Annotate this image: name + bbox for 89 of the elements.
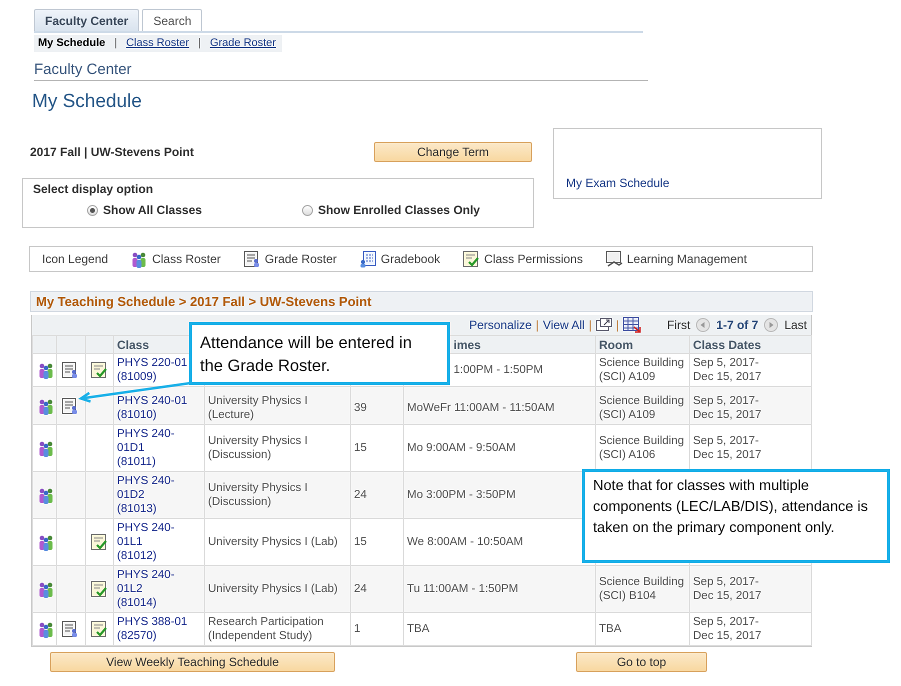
- table-cell: Science Building (SCI) A109: [599, 395, 684, 421]
- nav-link[interactable]: Grade Roster: [210, 37, 276, 49]
- legend-title: Icon Legend: [42, 252, 108, 266]
- table-cell: University Physics I (Lab): [208, 583, 338, 595]
- table-cell: TBA: [599, 623, 622, 635]
- option-label: Show All Classes: [103, 203, 202, 217]
- table-cell-text: Sep 5, 2017- Dec 15, 2017: [693, 394, 762, 422]
- table-cell-text: Sep 5, 2017- Dec 15, 2017: [693, 356, 762, 384]
- table-cell: 15: [354, 536, 367, 548]
- page-title: My Schedule: [32, 91, 143, 113]
- checklist-icon[interactable]: [90, 580, 108, 598]
- document-person-icon[interactable]: [61, 361, 79, 379]
- table-cell: 24: [354, 583, 367, 595]
- separator: |: [536, 318, 539, 332]
- gradebook-icon: [358, 250, 377, 268]
- people-icon[interactable]: [37, 486, 55, 504]
- table-cell: Science Building (SCI) B104: [599, 576, 684, 602]
- toolbar-link[interactable]: View All: [542, 318, 585, 332]
- table-cell: Mo 9:00AM - 9:50AM: [407, 442, 516, 454]
- tab[interactable]: Faculty Center: [34, 9, 140, 31]
- tab[interactable]: Search: [142, 9, 202, 31]
- checklist-icon: [462, 250, 480, 268]
- legend-label: Class Permissions: [484, 252, 583, 266]
- column-header: imes: [454, 338, 481, 352]
- nav-link[interactable]: My Schedule: [38, 37, 106, 49]
- separator: |: [114, 37, 118, 49]
- separator: |: [588, 318, 592, 332]
- column-header: Class: [117, 338, 150, 352]
- page-range: 1-7 of 7: [716, 318, 758, 332]
- separator: |: [198, 37, 201, 49]
- checklist-icon[interactable]: [90, 361, 108, 379]
- table-cell: Tu 11:00AM - 1:50PM: [407, 583, 518, 595]
- document-person-icon: [242, 250, 261, 268]
- table-cell: 24: [354, 489, 367, 501]
- people-icon[interactable]: [37, 620, 55, 638]
- option-label: Show Enrolled Classes Only: [318, 203, 480, 217]
- table-cell: Science Building (SCI) A109: [599, 357, 684, 383]
- table-cell: MoWeFr 11:00AM - 11:50AM: [407, 402, 555, 414]
- toolbar-link[interactable]: Personalize: [469, 318, 532, 332]
- table-cell: Mo 3:00PM - 3:50PM: [407, 489, 516, 501]
- table-cell: University Physics I (Lecture): [208, 395, 308, 421]
- checklist-icon[interactable]: [90, 620, 108, 638]
- people-icon[interactable]: [37, 439, 55, 457]
- last-link[interactable]: Last: [784, 318, 807, 332]
- legend-label: Learning Management: [626, 252, 747, 266]
- callout-text: Attendance will be entered in the Grade Roster.: [200, 334, 412, 375]
- nav-link[interactable]: Class Roster: [126, 37, 190, 49]
- go-to-top-button[interactable]: Go to top: [576, 652, 707, 672]
- column-header: Class Dates: [693, 338, 762, 352]
- spreadsheet-icon[interactable]: [622, 317, 641, 333]
- term-label: 2017 Fall | UW-Stevens Point: [30, 145, 194, 159]
- table-cell-text: Sep 5, 2017- Dec 15, 2017: [693, 575, 762, 603]
- separator: |: [616, 318, 619, 332]
- document-person-icon[interactable]: [61, 396, 79, 414]
- table-cell: 1: [354, 623, 360, 635]
- section-title: Faculty Center: [34, 61, 648, 81]
- table-cell: We 8:00AM - 10:50AM: [407, 536, 524, 548]
- legend-label: Class Roster: [152, 252, 221, 266]
- first-link[interactable]: First: [666, 318, 690, 332]
- radio-button[interactable]: [302, 204, 313, 216]
- table-cell: Research Participation (Independent Study): [208, 616, 324, 642]
- legend-label: Gradebook: [380, 252, 440, 266]
- options-title: Select display option: [33, 182, 154, 196]
- table-cell: 39: [354, 402, 367, 414]
- table-cell: University Physics I (Lab): [208, 536, 338, 548]
- table-cell: TBA: [407, 623, 430, 635]
- exam-schedule-link[interactable]: My Exam Schedule: [566, 176, 670, 190]
- people-icon[interactable]: [37, 361, 55, 379]
- checklist-icon[interactable]: [90, 533, 108, 551]
- table-cell: Science Building (SCI) A106: [599, 435, 684, 461]
- callout-text: Note that for classes with multiple components (LEC/LAB/DIS), attendance is taken on the primary component only.: [593, 478, 868, 536]
- people-icon: [130, 250, 148, 268]
- zoom-window-icon[interactable]: [596, 318, 612, 332]
- table-cell: 1:00PM - 1:50PM: [454, 364, 543, 376]
- schedule-header: My Teaching Schedule > 2017 Fall > UW-Stevens Point: [30, 291, 813, 312]
- table-cell: University Physics I (Discussion): [208, 482, 308, 508]
- table-cell: 15: [354, 442, 367, 454]
- weekly-schedule-button[interactable]: View Weekly Teaching Schedule: [50, 652, 335, 672]
- radio-button[interactable]: [87, 204, 98, 216]
- change-term-button[interactable]: Change Term: [374, 142, 532, 162]
- document-person-icon[interactable]: [61, 620, 79, 638]
- table-cell-text: Sep 5, 2017- Dec 15, 2017: [693, 615, 762, 643]
- table-cell-text: Sep 5, 2017- Dec 15, 2017: [693, 434, 762, 462]
- people-icon[interactable]: [37, 580, 55, 598]
- people-icon[interactable]: [37, 396, 55, 414]
- legend-label: Grade Roster: [264, 252, 337, 266]
- column-header: Room: [599, 338, 633, 352]
- table-cell: University Physics I (Discussion): [208, 435, 308, 461]
- people-icon[interactable]: [37, 533, 55, 551]
